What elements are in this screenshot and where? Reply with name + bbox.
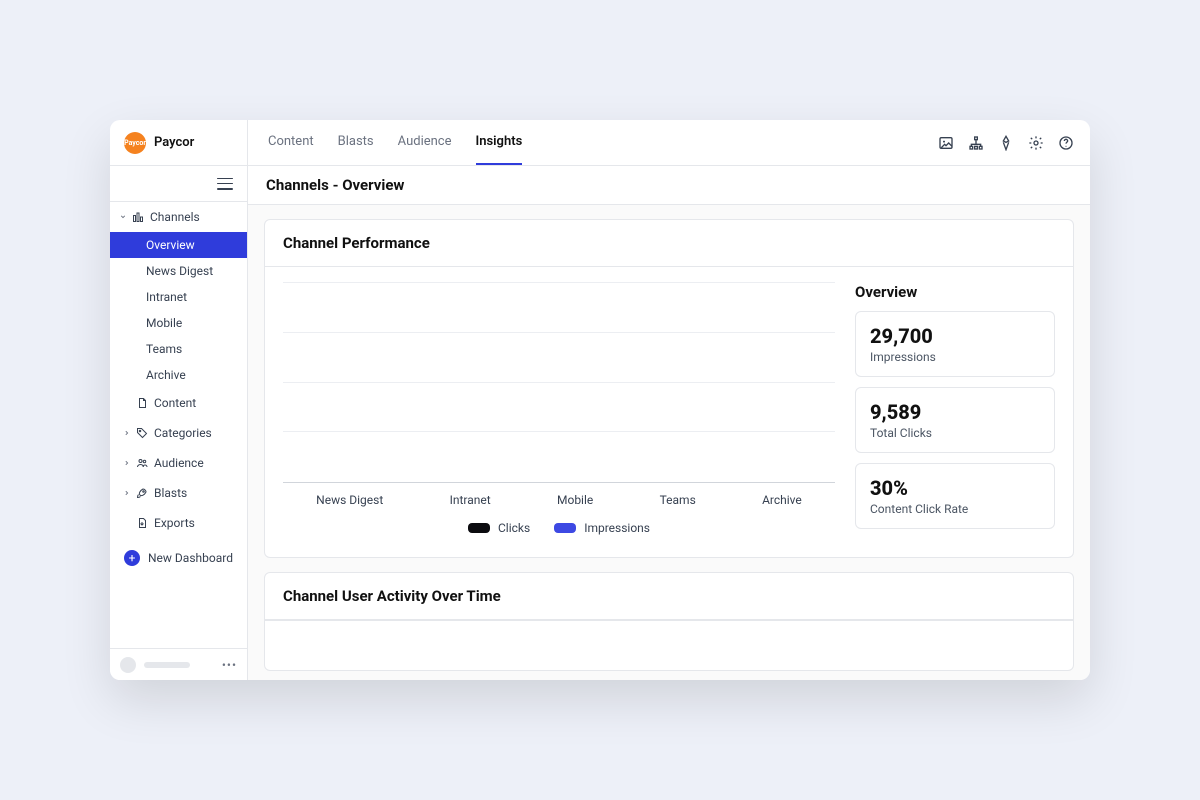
- chart-x-labels: News Digest Intranet Mobile Teams Archive: [283, 483, 835, 507]
- main: Channels - Overview Channel Performance …: [248, 166, 1090, 680]
- export-icon: [136, 517, 148, 529]
- chart-x-label: Intranet: [450, 493, 491, 507]
- content-area: Channel Performance News Digest Intranet M…: [248, 205, 1090, 680]
- chevron-down-icon: [120, 214, 126, 220]
- legend-impressions-label: Impressions: [584, 521, 650, 535]
- card-channel-performance-body: News Digest Intranet Mobile Teams Archive Cl…: [265, 267, 1073, 557]
- sidebar-categories-label: Categories: [154, 426, 212, 440]
- card-user-activity-body: [265, 620, 1073, 670]
- topnav-item-insights[interactable]: Insights: [476, 120, 523, 165]
- topbar: Paycor Paycor Content Blasts Audience Insig…: [110, 120, 1090, 166]
- page-title: Channels - Overview: [248, 166, 1090, 205]
- brand-logo-text: Paycor: [124, 139, 146, 147]
- sidebar: Channels OverviewNews DigestIntranetMobi…: [110, 166, 248, 680]
- new-dashboard-button[interactable]: + New Dashboard: [110, 538, 247, 578]
- topnav-item-label: Content: [268, 134, 314, 149]
- legend-swatch-impressions: [554, 523, 576, 533]
- topnav-item-blasts[interactable]: Blasts: [338, 120, 374, 165]
- user-name-placeholder: [144, 662, 190, 668]
- chart-x-label: Mobile: [557, 493, 593, 507]
- stats-column: Overview 29,700 Impressions 9,589 Total Cli…: [855, 283, 1055, 539]
- audience-icon: [136, 457, 148, 469]
- tag-icon: [136, 427, 148, 439]
- app-window: Paycor Paycor Content Blasts Audience Insig…: [110, 120, 1090, 680]
- brand: Paycor Paycor: [110, 120, 248, 165]
- more-menu-icon[interactable]: •••: [222, 658, 237, 672]
- legend-clicks: Clicks: [468, 521, 530, 535]
- stat-label: Impressions: [870, 350, 1040, 364]
- chart-bars-row: [283, 283, 835, 482]
- topnav-item-label: Blasts: [338, 134, 374, 149]
- sidebar-group-channels[interactable]: Channels: [110, 202, 247, 232]
- sidebar-blasts-label: Blasts: [154, 486, 187, 500]
- card-channel-performance: Channel Performance News Digest Intranet M…: [264, 219, 1074, 558]
- stat-label: Total Clicks: [870, 426, 1040, 440]
- topnav-item-audience[interactable]: Audience: [398, 120, 452, 165]
- help-icon[interactable]: [1058, 135, 1074, 151]
- design-icon[interactable]: [998, 135, 1014, 151]
- sidebar-item-blasts[interactable]: Blasts: [110, 478, 247, 508]
- document-icon: [136, 397, 148, 409]
- chart-x-label: Archive: [762, 493, 802, 507]
- sitemap-icon[interactable]: [968, 135, 984, 151]
- hamburger-icon[interactable]: [217, 178, 233, 190]
- topbar-icons: [938, 135, 1074, 151]
- brand-name: Paycor: [154, 135, 194, 150]
- chevron-right-icon: [124, 430, 130, 436]
- topnav-item-label: Audience: [398, 134, 452, 149]
- chart-x-label: Teams: [660, 493, 696, 507]
- outer-frame: Paycor Paycor Content Blasts Audience Insig…: [0, 0, 1200, 800]
- image-icon[interactable]: [938, 135, 954, 151]
- stat-value: 29,700: [870, 324, 1040, 348]
- sidebar-footer: •••: [110, 648, 247, 680]
- rocket-icon: [136, 487, 148, 499]
- legend-swatch-clicks: [468, 523, 490, 533]
- stat-value: 9,589: [870, 400, 1040, 424]
- stat-label: Content Click Rate: [870, 502, 1040, 516]
- avatar[interactable]: [120, 657, 136, 673]
- chart-x-label: News Digest: [316, 493, 383, 507]
- chevron-right-icon: [124, 460, 130, 466]
- sidebar-exports-label: Exports: [154, 516, 195, 530]
- sidebar-sub-overview[interactable]: Overview: [110, 232, 247, 258]
- sidebar-toggle-row: [110, 166, 247, 202]
- body: Channels OverviewNews DigestIntranetMobi…: [110, 166, 1090, 680]
- stat-card: 9,589 Total Clicks: [855, 387, 1055, 453]
- sidebar-sub-archive[interactable]: Archive: [110, 362, 247, 388]
- sidebar-sub-news-digest[interactable]: News Digest: [110, 258, 247, 284]
- new-dashboard-label: New Dashboard: [148, 551, 233, 565]
- legend-clicks-label: Clicks: [498, 521, 530, 535]
- brand-logo: Paycor: [124, 132, 146, 154]
- side-nav: Channels OverviewNews DigestIntranetMobi…: [110, 202, 247, 648]
- card-user-activity: Channel User Activity Over Time: [264, 572, 1074, 671]
- chart-column: News Digest Intranet Mobile Teams Archive Cl…: [283, 283, 835, 539]
- sidebar-item-audience[interactable]: Audience: [110, 448, 247, 478]
- gear-icon[interactable]: [1028, 135, 1044, 151]
- sidebar-item-categories[interactable]: Categories: [110, 418, 247, 448]
- stats-title: Overview: [855, 283, 1055, 301]
- topnav-item-content[interactable]: Content: [268, 120, 314, 165]
- sidebar-item-content[interactable]: Content: [110, 388, 247, 418]
- sidebar-item-exports[interactable]: Exports: [110, 508, 247, 538]
- stat-card: 29,700 Impressions: [855, 311, 1055, 377]
- chart-legend: Clicks Impressions: [283, 507, 835, 535]
- chart-area: [283, 283, 835, 483]
- legend-impressions: Impressions: [554, 521, 650, 535]
- sidebar-sub-teams[interactable]: Teams: [110, 336, 247, 362]
- channels-icon: [132, 211, 144, 223]
- sidebar-audience-label: Audience: [154, 456, 204, 470]
- stat-card: 30% Content Click Rate: [855, 463, 1055, 529]
- plus-icon: +: [124, 550, 140, 566]
- card-channel-performance-title: Channel Performance: [265, 220, 1073, 267]
- sidebar-sub-mobile[interactable]: Mobile: [110, 310, 247, 336]
- chevron-right-icon: [124, 490, 130, 496]
- card-user-activity-title: Channel User Activity Over Time: [265, 573, 1073, 620]
- topnav-item-label: Insights: [476, 134, 523, 149]
- topnav: Content Blasts Audience Insights: [248, 120, 522, 165]
- stat-value: 30%: [870, 476, 1040, 500]
- sidebar-channels-label: Channels: [150, 210, 200, 224]
- sidebar-sub-intranet[interactable]: Intranet: [110, 284, 247, 310]
- sidebar-content-label: Content: [154, 396, 196, 410]
